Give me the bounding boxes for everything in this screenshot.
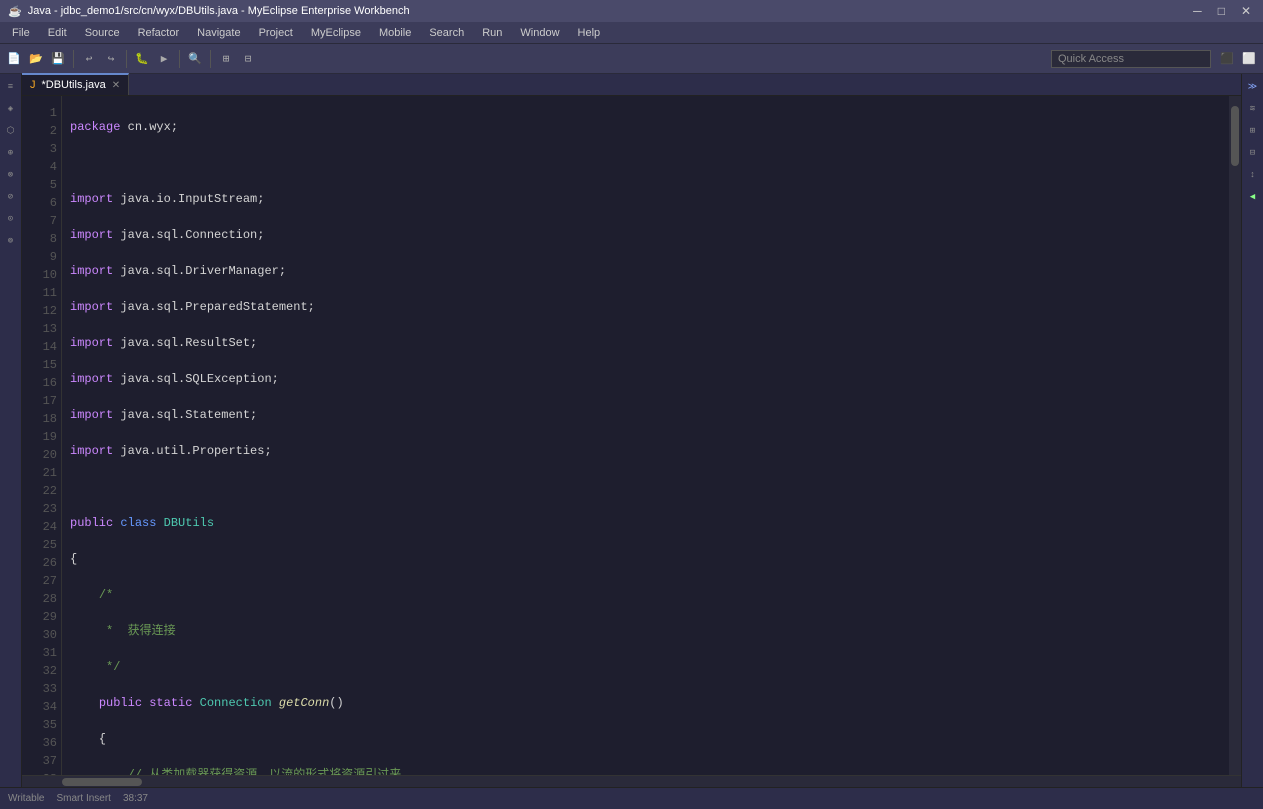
sidebar-icon-5[interactable]: ⊗ — [2, 166, 20, 184]
toolbar-sep3 — [179, 50, 180, 68]
menu-search[interactable]: Search — [421, 25, 472, 41]
right-sidebar-icon-1[interactable]: ≫ — [1244, 78, 1262, 96]
right-sidebar-icon-2[interactable]: ≋ — [1244, 100, 1262, 118]
toolbar-minimize-view[interactable]: ⬛ — [1217, 49, 1237, 69]
sidebar-icon-6[interactable]: ⊘ — [2, 188, 20, 206]
sidebar-icon-8[interactable]: ⊚ — [2, 232, 20, 250]
toolbar-sep2 — [126, 50, 127, 68]
sidebar-icon-1[interactable]: ≡ — [2, 78, 20, 96]
menu-edit[interactable]: Edit — [40, 25, 75, 41]
tab-bar: J *DBUtils.java ✕ — [22, 74, 1241, 96]
tab-icon: J — [30, 79, 36, 91]
right-sidebar-icon-5[interactable]: ↕ — [1244, 166, 1262, 184]
toolbar-undo[interactable]: ↩ — [79, 49, 99, 69]
line-numbers: 1 2 3 4 5 6 7 8 9 10 11 12 13 14 15 16 1 — [22, 96, 62, 775]
toolbar-open[interactable]: 📂 — [26, 49, 46, 69]
close-button[interactable]: ✕ — [1237, 3, 1255, 19]
right-sidebar-icon-6[interactable]: ◀ — [1244, 188, 1262, 206]
sidebar-icon-4[interactable]: ⊕ — [2, 144, 20, 162]
right-sidebar: ≫ ≋ ⊞ ⊟ ↕ ◀ — [1241, 74, 1263, 787]
menu-help[interactable]: Help — [570, 25, 609, 41]
menu-refactor[interactable]: Refactor — [130, 25, 188, 41]
sidebar-icon-7[interactable]: ⊙ — [2, 210, 20, 228]
main-layout: ≡ ◈ ⬡ ⊕ ⊗ ⊘ ⊙ ⊚ J *DBUtils.java ✕ 1 2 3 — [0, 74, 1263, 787]
toolbar-save[interactable]: 💾 — [48, 49, 68, 69]
menu-file[interactable]: File — [4, 25, 38, 41]
quick-access-box[interactable]: Quick Access — [1051, 50, 1211, 68]
maximize-button[interactable]: □ — [1214, 3, 1229, 19]
toolbar-search[interactable]: 🔍 — [185, 49, 205, 69]
scrollbar-thumb[interactable] — [1231, 106, 1239, 166]
toolbar-redo[interactable]: ↪ — [101, 49, 121, 69]
quick-access-label: Quick Access — [1058, 53, 1124, 65]
title-bar-right: ─ □ ✕ — [1189, 3, 1255, 19]
tab-label: *DBUtils.java — [42, 79, 106, 91]
status-text: Writable — [8, 793, 45, 804]
right-sidebar-icon-4[interactable]: ⊟ — [1244, 144, 1262, 162]
menu-mobile[interactable]: Mobile — [371, 25, 419, 41]
menu-window[interactable]: Window — [512, 25, 567, 41]
menu-bar: File Edit Source Refactor Navigate Proje… — [0, 22, 1263, 44]
code-content[interactable]: package cn.wyx; import java.io.InputStre… — [62, 96, 1229, 775]
menu-run[interactable]: Run — [474, 25, 510, 41]
toolbar-sep4 — [210, 50, 211, 68]
menu-project[interactable]: Project — [251, 25, 301, 41]
title-bar-left: ☕ Java - jdbc_demo1/src/cn/wyx/DBUtils.j… — [8, 5, 410, 18]
toolbar-new[interactable]: 📄 — [4, 49, 24, 69]
toolbar: 📄 📂 💾 ↩ ↪ 🐛 ▶ 🔍 ⊞ ⊟ Quick Access ⬛ ⬜ — [0, 44, 1263, 74]
right-sidebar-icon-3[interactable]: ⊞ — [1244, 122, 1262, 140]
sidebar-icon-2[interactable]: ◈ — [2, 100, 20, 118]
left-sidebar: ≡ ◈ ⬡ ⊕ ⊗ ⊘ ⊙ ⊚ — [0, 74, 22, 787]
editor-area: J *DBUtils.java ✕ 1 2 3 4 5 6 7 8 9 10 — [22, 74, 1241, 787]
minimize-button[interactable]: ─ — [1189, 3, 1206, 19]
menu-source[interactable]: Source — [77, 25, 128, 41]
status-position: 38:37 — [123, 793, 148, 804]
status-bar: Writable Smart Insert 38:37 — [0, 787, 1263, 809]
editor-vertical-scrollbar[interactable] — [1229, 96, 1241, 775]
tab-close-btn[interactable]: ✕ — [112, 80, 120, 91]
toolbar-run[interactable]: ▶ — [154, 49, 174, 69]
window-title: Java - jdbc_demo1/src/cn/wyx/DBUtils.jav… — [28, 5, 410, 17]
sidebar-icon-3[interactable]: ⬡ — [2, 122, 20, 140]
toolbar-maximize-view[interactable]: ⬜ — [1239, 49, 1259, 69]
horizontal-scrollbar-thumb[interactable] — [62, 778, 142, 786]
tab-dbutils[interactable]: J *DBUtils.java ✕ — [22, 73, 129, 95]
toolbar-perspective[interactable]: ⊞ — [216, 49, 236, 69]
status-insert: Smart Insert — [57, 793, 111, 804]
menu-myeclipse[interactable]: MyEclipse — [303, 25, 369, 41]
code-editor: 1 2 3 4 5 6 7 8 9 10 11 12 13 14 15 16 1 — [22, 96, 1241, 775]
toolbar-sep1 — [73, 50, 74, 68]
bottom-horizontal-scrollbar[interactable] — [22, 775, 1241, 787]
app-icon: ☕ — [8, 5, 22, 18]
title-bar: ☕ Java - jdbc_demo1/src/cn/wyx/DBUtils.j… — [0, 0, 1263, 22]
toolbar-views[interactable]: ⊟ — [238, 49, 258, 69]
toolbar-debug[interactable]: 🐛 — [132, 49, 152, 69]
menu-navigate[interactable]: Navigate — [189, 25, 248, 41]
